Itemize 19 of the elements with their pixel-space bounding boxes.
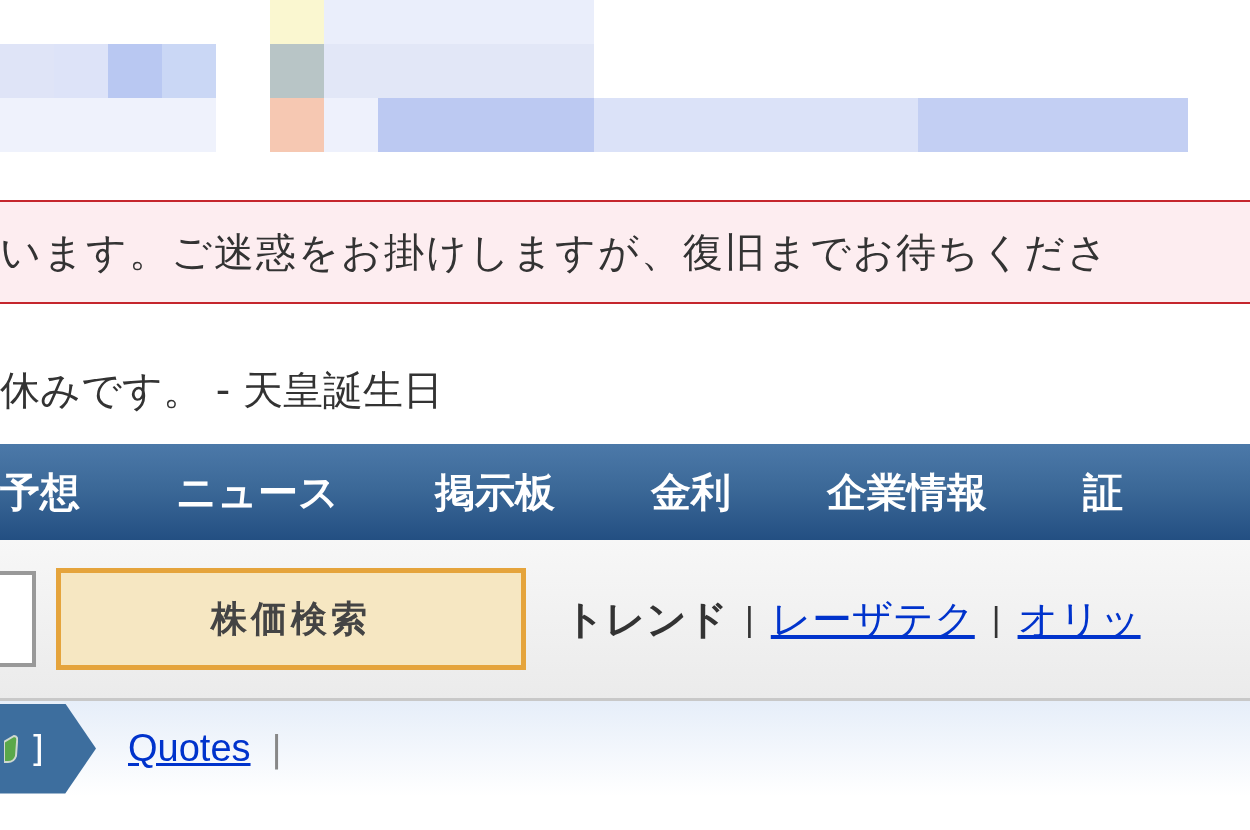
separator: | [990, 600, 1002, 638]
holiday-text: 休みです。 - 天皇誕生日 [0, 366, 444, 415]
trend-label: トレンド [564, 594, 728, 644]
tag-text: ] [30, 728, 45, 769]
nav-link[interactable]: 予想 [0, 464, 80, 520]
separator: | [270, 728, 283, 769]
nav-link[interactable]: 金利 [651, 464, 731, 520]
nav-link[interactable]: 証 [1083, 464, 1123, 520]
separator: | [744, 600, 755, 638]
nav-link[interactable]: ニュース [176, 464, 339, 520]
notice-text: います。ご迷惑をお掛けしますが、復旧までお待ちくださ [0, 227, 1110, 277]
nav-link[interactable]: 企業情報 [827, 464, 987, 520]
quotes-link[interactable]: Quotes [128, 727, 251, 770]
search-field[interactable] [0, 571, 36, 667]
trend-link[interactable]: オリッ [1017, 591, 1141, 647]
nav-link[interactable]: 掲示板 [435, 464, 555, 520]
trend-link[interactable]: レーザテク [770, 591, 975, 647]
leaf-icon [4, 733, 18, 764]
stock-search-button[interactable]: 株価検索 [56, 568, 526, 670]
